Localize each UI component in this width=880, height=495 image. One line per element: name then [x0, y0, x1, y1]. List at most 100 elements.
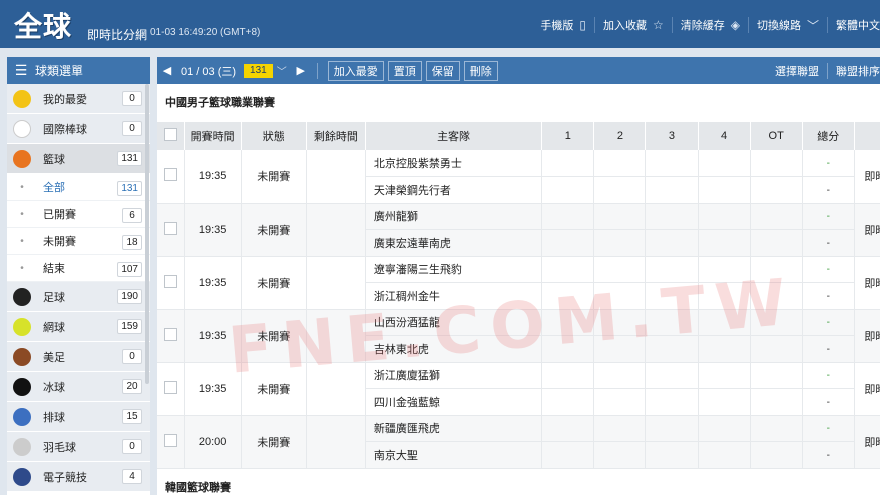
sidebar-item[interactable]: • 已開賽 6	[7, 201, 150, 228]
top-nav: 手機版 ▯ 加入收藏 ☆ 清除緩存 ◈ 切換線路 ﹀ 繁體中文	[532, 17, 880, 33]
eraser-icon: ◈	[730, 18, 740, 32]
row-checkbox[interactable]	[163, 274, 177, 288]
league-title: 中國男子籃球職業聯賽	[165, 97, 275, 109]
menu-icon[interactable]: ☰	[7, 62, 35, 79]
remaining-time	[306, 203, 366, 257]
live-info[interactable]: 即時	[854, 150, 880, 204]
sidebar-item[interactable]: 籃球 131	[7, 144, 150, 174]
sidebar-item[interactable]: 網球 159	[7, 312, 150, 342]
sidebar-item[interactable]: 電子競技 4	[7, 462, 150, 492]
sidebar-item[interactable]: • 未開賽 18	[7, 228, 150, 255]
sidebar-item[interactable]: 冰球 20	[7, 372, 150, 402]
score-dash: -	[826, 184, 830, 196]
sidebar-item[interactable]: • 全部 131	[7, 174, 150, 201]
row-checkbox[interactable]	[163, 433, 177, 447]
team-name[interactable]: 天津榮鋼先行者	[365, 176, 543, 204]
row-checkbox[interactable]	[163, 221, 177, 235]
quarter-score	[698, 335, 751, 363]
sidebar-item[interactable]: 排球 15	[7, 402, 150, 432]
bullet-icon: •	[20, 208, 24, 220]
sidebar-item-count: 0	[122, 349, 142, 364]
quarter-score	[750, 335, 803, 363]
quarter-score	[698, 362, 751, 389]
clear-cache-link[interactable]: 清除緩存 ◈	[673, 17, 749, 33]
language-label: 繁體中文	[836, 20, 880, 32]
bullet-icon: •	[20, 181, 24, 193]
sidebar-item[interactable]: • 結束 107	[7, 255, 150, 282]
keep-button[interactable]: 保留	[425, 60, 460, 81]
live-info[interactable]: 即時	[854, 309, 880, 363]
sidebar-header: ☰ 球類選單	[7, 57, 150, 84]
sidebar-item-count: 18	[122, 235, 142, 250]
add-favorite-button[interactable]: 加入最愛	[327, 60, 384, 81]
mobile-version-link[interactable]: 手機版 ▯	[532, 17, 595, 33]
table-row[interactable]: 19:35未開賽 北京控股紫禁勇士 - 即時	[157, 150, 880, 204]
table-row[interactable]: 19:35未開賽 廣州龍獅 - 即時	[157, 203, 880, 257]
site-subtitle: 即時比分網	[87, 28, 148, 42]
prev-day-icon[interactable]: ◀	[157, 64, 177, 77]
select-all-checkbox[interactable]	[163, 128, 177, 141]
col-header: 總分	[802, 122, 855, 150]
sidebar-item[interactable]: 美足 0	[7, 342, 150, 372]
sidebar-item[interactable]: 國際棒球 0	[7, 114, 150, 144]
table-row[interactable]: 19:35未開賽 山西汾酒猛龍 - 即時	[157, 309, 880, 363]
site-logo[interactable]: 全球	[14, 5, 72, 45]
table-row[interactable]: 19:35未開賽 浙江廣廈猛獅 - 即時	[157, 362, 880, 416]
row-select-cell	[157, 415, 185, 469]
quarter-score	[593, 203, 647, 230]
select-league-button[interactable]: 選擇聯盟	[767, 63, 819, 79]
team-name[interactable]: 吉林東北虎	[365, 335, 543, 363]
top-header: 全球 即時比分網 01-03 16:49:20 (GMT+8) 手機版 ▯ 加入收…	[0, 0, 880, 48]
team-name[interactable]: 新疆廣匯飛虎	[365, 415, 543, 442]
sidebar-item[interactable]: 足球 190	[7, 282, 150, 312]
quarter-score	[750, 176, 803, 204]
delete-button[interactable]: 刪除	[463, 60, 498, 81]
team-name[interactable]: 浙江廣廈猛獅	[365, 362, 543, 389]
sidebar-item[interactable]: 羽毛球 0	[7, 432, 150, 462]
team-name[interactable]: 廣東宏遠華南虎	[365, 229, 543, 257]
live-info[interactable]: 即時	[854, 203, 880, 257]
team-name[interactable]: 四川金強藍鯨	[365, 388, 543, 416]
next-day-icon[interactable]: ▶	[291, 64, 311, 77]
quarter-score	[645, 362, 699, 389]
total-score: -	[802, 203, 855, 230]
team-name[interactable]: 遼寧瀋陽三生飛豹	[365, 256, 543, 283]
league-sort-button[interactable]: 聯盟排序	[827, 62, 880, 79]
team-name[interactable]: 廣州龍獅	[365, 203, 543, 230]
pin-top-button[interactable]: 置頂	[387, 60, 422, 81]
row-checkbox[interactable]	[163, 327, 177, 341]
quarter-score	[698, 441, 751, 469]
add-favorite-link[interactable]: 加入收藏 ☆	[595, 17, 673, 33]
quarter-score	[645, 388, 699, 416]
live-info[interactable]: 即時	[854, 362, 880, 416]
mobile-version-label: 手機版	[540, 20, 574, 32]
quarter-score	[593, 441, 647, 469]
table-row[interactable]: 19:35未開賽 遼寧瀋陽三生飛豹 - 即時	[157, 256, 880, 310]
score-dash: -	[826, 396, 830, 408]
language-selector[interactable]: 繁體中文	[828, 17, 880, 33]
live-info[interactable]: 即時	[854, 256, 880, 310]
live-info[interactable]: 即時	[854, 415, 880, 469]
games-table: 開賽時間 狀態 剩餘時間 主客隊 1 2 3 4 OT 總分 19:35 未開賽北…	[157, 122, 880, 469]
sidebar-scrollbar[interactable]	[145, 84, 149, 384]
sidebar-item-count: 0	[122, 121, 142, 136]
table-header-row: 開賽時間 狀態 剩餘時間 主客隊 1 2 3 4 OT 總分	[157, 122, 880, 150]
quarter-score	[593, 282, 647, 310]
team-name[interactable]: 山西汾酒猛龍	[365, 309, 543, 336]
sidebar-item-count: 15	[122, 409, 142, 424]
row-checkbox[interactable]	[163, 380, 177, 394]
quarter-score	[750, 415, 803, 442]
sidebar-item[interactable]: 我的最愛 0	[7, 84, 150, 114]
team-name[interactable]: 浙江稠州金牛	[365, 282, 543, 310]
switch-line-dropdown[interactable]: 切換線路 ﹀	[749, 17, 828, 33]
shuttlecock-icon	[13, 437, 31, 456]
table-row[interactable]: 20:00未開賽 新疆廣匯飛虎 - 即時	[157, 415, 880, 469]
col-header: 1	[541, 122, 595, 150]
team-name[interactable]: 北京控股紫禁勇士	[365, 150, 543, 177]
row-checkbox[interactable]	[163, 168, 177, 182]
chevron-down-icon: ﹀	[806, 18, 819, 33]
date-dropdown-icon[interactable]: ﹀	[273, 63, 291, 78]
quarter-score	[645, 176, 699, 204]
quarter-score	[698, 388, 751, 416]
team-name[interactable]: 南京大聖	[365, 441, 543, 469]
